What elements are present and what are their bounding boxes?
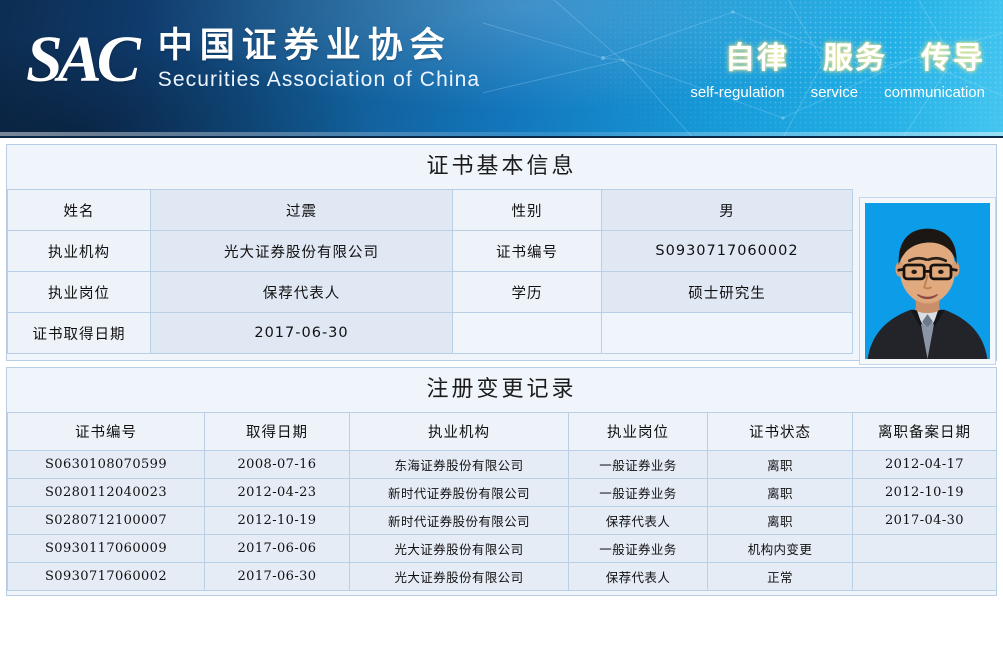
certificate-photo-frame (859, 197, 996, 365)
table-row: S0630108070599 2008-07-16 东海证券股份有限公司 一般证… (7, 450, 997, 479)
status-badge: 离职 (707, 478, 853, 507)
slogan-en-2: service (810, 84, 859, 101)
value-certificate-number: S0930717060002 (601, 230, 853, 272)
cell-departure-date: 2017-04-30 (852, 506, 997, 535)
slogan-en-row: self-regulation service communication (690, 84, 985, 102)
empty-cell-2 (601, 312, 853, 354)
cell-position: 保荐代表人 (568, 506, 708, 535)
cell-issue-date: 2012-10-19 (204, 506, 350, 535)
status-badge: 机构内变更 (707, 534, 853, 563)
table-row: S0280112040023 2012-04-23 新时代证券股份有限公司 一般… (7, 478, 997, 507)
cell-position: 一般证券业务 (568, 478, 708, 507)
status-badge: 离职 (707, 450, 853, 479)
records-table: 证书编号 取得日期 执业机构 执业岗位 证书状态 离职备案日期 S0630108… (7, 412, 997, 591)
cell-issue-date: 2012-04-23 (204, 478, 350, 507)
cell-departure-date: 2012-04-17 (852, 450, 997, 479)
cell-certificate-number: S0930117060009 (7, 534, 205, 563)
slogan-cn-row: 自律 服务 传导 (690, 42, 985, 76)
label-certificate-number: 证书编号 (452, 230, 602, 272)
empty-cell-1 (452, 312, 602, 354)
value-institution: 光大证券股份有限公司 (150, 230, 453, 272)
value-gender: 男 (601, 189, 853, 231)
slogan-cn-2: 服务 (823, 41, 887, 76)
org-name-block: 中国证券业协会 Securities Association of China (158, 26, 480, 93)
page-root: SAC 中国证券业协会 Securities Association of Ch… (0, 0, 1003, 649)
cell-position: 一般证券业务 (568, 450, 708, 479)
sac-logo-mark: SAC (26, 22, 141, 96)
site-banner: SAC 中国证券业协会 Securities Association of Ch… (0, 0, 1003, 138)
column-header-institution: 执业机构 (349, 412, 569, 451)
cell-certificate-number: S0930717060002 (7, 562, 205, 591)
page-content: 证书基本信息 姓名 过震 性别 男 执业机构 光大证券股份有限公司 证书编号 S… (0, 144, 1003, 596)
column-header-status: 证书状态 (707, 412, 853, 451)
cell-position: 一般证券业务 (568, 534, 708, 563)
site-logo[interactable]: SAC 中国证券业协会 Securities Association of Ch… (26, 26, 480, 93)
cell-departure-date: 2012-10-19 (852, 478, 997, 507)
label-institution: 执业机构 (7, 230, 151, 272)
banner-bottom-highlight (0, 132, 1003, 136)
records-body: 证书编号 取得日期 执业机构 执业岗位 证书状态 离职备案日期 S0630108… (7, 412, 997, 595)
cell-departure-date (852, 534, 997, 563)
cell-departure-date (852, 562, 997, 591)
slogan-cn-1: 自律 (725, 41, 789, 76)
label-position: 执业岗位 (7, 271, 151, 313)
column-header-certificate-number: 证书编号 (7, 412, 205, 451)
cell-certificate-number: S0280112040023 (7, 478, 205, 507)
value-name: 过震 (150, 189, 453, 231)
cell-institution: 新时代证券股份有限公司 (349, 478, 569, 507)
table-row: S0930717060002 2017-06-30 光大证券股份有限公司 保荐代… (7, 562, 997, 591)
cell-position: 保荐代表人 (568, 562, 708, 591)
cell-certificate-number: S0280712100007 (7, 506, 205, 535)
table-row: 证书取得日期 2017-06-30 (7, 312, 853, 354)
avatar (865, 203, 990, 359)
records-header-row: 证书编号 取得日期 执业机构 执业岗位 证书状态 离职备案日期 (7, 412, 997, 451)
value-issue-date: 2017-06-30 (150, 312, 453, 354)
slogan-en-1: self-regulation (690, 84, 785, 101)
org-name-en: Securities Association of China (157, 68, 481, 91)
slogan-cn-3: 传导 (921, 41, 985, 76)
certificate-basic-info-panel: 证书基本信息 姓名 过震 性别 男 执业机构 光大证券股份有限公司 证书编号 S… (6, 144, 997, 365)
column-header-position: 执业岗位 (568, 412, 708, 451)
label-issue-date: 证书取得日期 (7, 312, 151, 354)
table-row: S0280712100007 2012-10-19 新时代证券股份有限公司 保荐… (7, 506, 997, 535)
basic-info-table: 姓名 过震 性别 男 执业机构 光大证券股份有限公司 证书编号 S0930717… (7, 189, 853, 354)
table-row: 姓名 过震 性别 男 (7, 189, 853, 231)
cell-institution: 光大证券股份有限公司 (349, 562, 569, 591)
cell-certificate-number: S0630108070599 (7, 450, 205, 479)
cell-issue-date: 2008-07-16 (204, 450, 350, 479)
basic-info-body: 姓名 过震 性别 男 执业机构 光大证券股份有限公司 证书编号 S0930717… (7, 189, 996, 365)
table-row: S0930117060009 2017-06-06 光大证券股份有限公司 一般证… (7, 534, 997, 563)
status-badge: 正常 (707, 562, 853, 591)
label-name: 姓名 (7, 189, 151, 231)
column-header-issue-date: 取得日期 (204, 412, 350, 451)
org-name-cn: 中国证券业协会 (157, 25, 452, 66)
cell-issue-date: 2017-06-06 (204, 534, 350, 563)
value-education: 硕士研究生 (601, 271, 853, 313)
label-education: 学历 (452, 271, 602, 313)
label-gender: 性别 (452, 189, 602, 231)
portrait-photo-icon (865, 203, 990, 359)
slogan-en-3: communication (884, 84, 985, 101)
value-position: 保荐代表人 (150, 271, 453, 313)
table-row: 执业机构 光大证券股份有限公司 证书编号 S0930717060002 (7, 230, 853, 272)
cell-institution: 东海证券股份有限公司 (349, 450, 569, 479)
basic-info-title: 证书基本信息 (7, 145, 996, 189)
cell-institution: 光大证券股份有限公司 (349, 534, 569, 563)
banner-slogan: 自律 服务 传导 self-regulation service communi… (690, 42, 985, 102)
status-badge: 离职 (707, 506, 853, 535)
column-header-departure-date: 离职备案日期 (852, 412, 997, 451)
cell-institution: 新时代证券股份有限公司 (349, 506, 569, 535)
registration-records-panel: 注册变更记录 证书编号 取得日期 执业机构 执业岗位 证书状态 离职备案日期 S… (6, 367, 997, 596)
cell-issue-date: 2017-06-30 (204, 562, 350, 591)
table-row: 执业岗位 保荐代表人 学历 硕士研究生 (7, 271, 853, 313)
records-title: 注册变更记录 (7, 368, 996, 412)
